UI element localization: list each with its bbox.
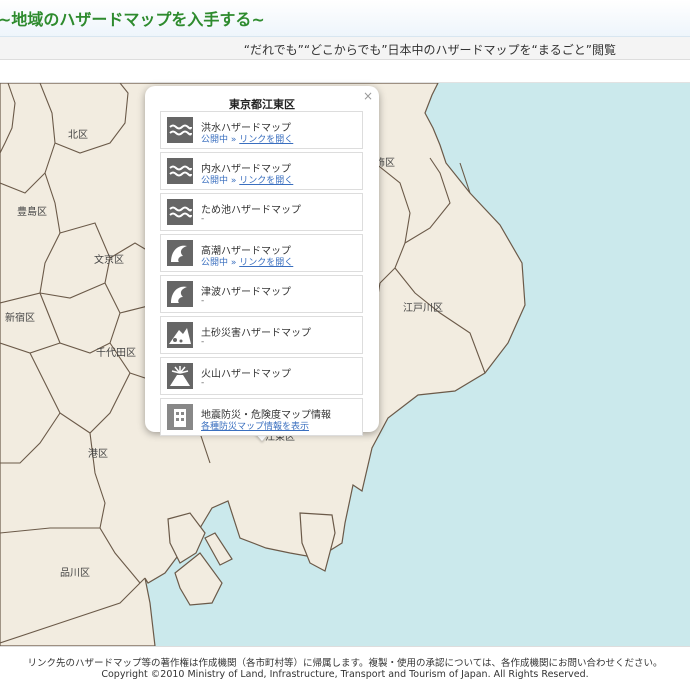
hazard-item-storm-surge: 高潮ハザードマップ 公開中 » リンクを開く (160, 234, 363, 272)
hazard-status: - (201, 214, 205, 224)
status-text: 公開中 (201, 176, 229, 186)
show-maps-link[interactable]: 各種防災マップ情報を表示 (201, 422, 309, 432)
ward-label-bunkyo: 文京区 (94, 253, 124, 266)
hazard-status: - (201, 378, 205, 388)
hazard-item-tsunami: 津波ハザードマップ - (160, 275, 363, 313)
page-title: ~地域のハザードマップを入手する~ (0, 10, 265, 29)
reservoir-icon (167, 199, 193, 225)
storm-surge-icon (167, 240, 193, 266)
site-header: ~地域のハザードマップを入手する~ (0, 0, 690, 37)
ward-label-toshima: 豊島区 (17, 205, 47, 218)
tagline-bar: “だれでも”“どこからでも”日本中のハザードマップを“まるごと”閲覧 (0, 37, 690, 60)
hazard-item-landslide: 土砂災害ハザードマップ - (160, 316, 363, 354)
hazard-item-volcano: 火山ハザードマップ - (160, 357, 363, 395)
hazard-status: - (201, 337, 205, 347)
hazard-map-list: 洪水ハザードマップ 公開中 » リンクを開く 内水ハザードマップ 公開中 » リ… (160, 111, 363, 439)
hazard-item-reservoir: ため池ハザードマップ - (160, 193, 363, 231)
popup-title: 東京都江東区 (229, 98, 295, 111)
hazard-name: 土砂災害ハザードマップ (201, 328, 311, 339)
open-link[interactable]: リンクを開く (239, 135, 293, 145)
hazard-name: ため池ハザードマップ (201, 205, 301, 216)
tsunami-icon (167, 281, 193, 307)
hazard-item-earthquake: 地震防災・危険度マップ情報 各種防災マップ情報を表示 (160, 398, 363, 436)
hazard-status: 公開中 » リンクを開く (201, 255, 293, 268)
hazard-name: 火山ハザードマップ (201, 369, 291, 380)
ward-label-shinjuku: 新宿区 (5, 311, 35, 324)
hazard-item-flood: 洪水ハザードマップ 公開中 » リンクを開く (160, 111, 363, 149)
status-separator: » (228, 258, 240, 268)
ward-label-kita: 北区 (68, 129, 88, 141)
hazard-info-popup: × 東京都江東区 洪水ハザードマップ 公開中 » リンクを開く 内水ハザードマッ… (145, 86, 379, 436)
hazard-status: 公開中 » リンクを開く (201, 173, 293, 186)
site-footer: リンク先のハザードマップ等の著作権は作成機関（各市町村等）に帰属します。複製・使… (0, 646, 690, 691)
volcano-icon (167, 363, 193, 389)
hazard-name: 津波ハザードマップ (201, 287, 291, 298)
open-link[interactable]: リンクを開く (239, 258, 293, 268)
status-separator: » (228, 135, 240, 145)
copyright-notice: リンク先のハザードマップ等の著作権は作成機関（各市町村等）に帰属します。複製・使… (27, 658, 663, 669)
hazard-item-inland-flood: 内水ハザードマップ 公開中 » リンクを開く (160, 152, 363, 190)
copyright-line: Copyright ©2010 Ministry of Land, Infras… (101, 669, 589, 680)
inland-flood-icon (167, 158, 193, 184)
hazard-status: 各種防災マップ情報を表示 (201, 419, 309, 432)
landslide-icon (167, 322, 193, 348)
status-separator: » (228, 176, 240, 186)
status-text: 公開中 (201, 258, 229, 268)
ward-label-minato: 港区 (88, 448, 108, 460)
tagline: “だれでも”“どこからでも”日本中のハザードマップを“まるごと”閲覧 (243, 43, 616, 57)
toolbar-strip (0, 60, 690, 83)
ward-label-shinagawa: 品川区 (60, 567, 90, 579)
ward-label-chiyoda: 千代田区 (96, 347, 136, 359)
earthquake-building-icon (167, 404, 193, 430)
flood-icon (167, 117, 193, 143)
hazard-status: 公開中 » リンクを開く (201, 132, 293, 145)
open-link[interactable]: リンクを開く (239, 176, 293, 186)
hazard-status: - (201, 296, 205, 306)
status-text: 公開中 (201, 135, 229, 145)
ward-label-edogawa: 江戸川区 (403, 302, 443, 314)
